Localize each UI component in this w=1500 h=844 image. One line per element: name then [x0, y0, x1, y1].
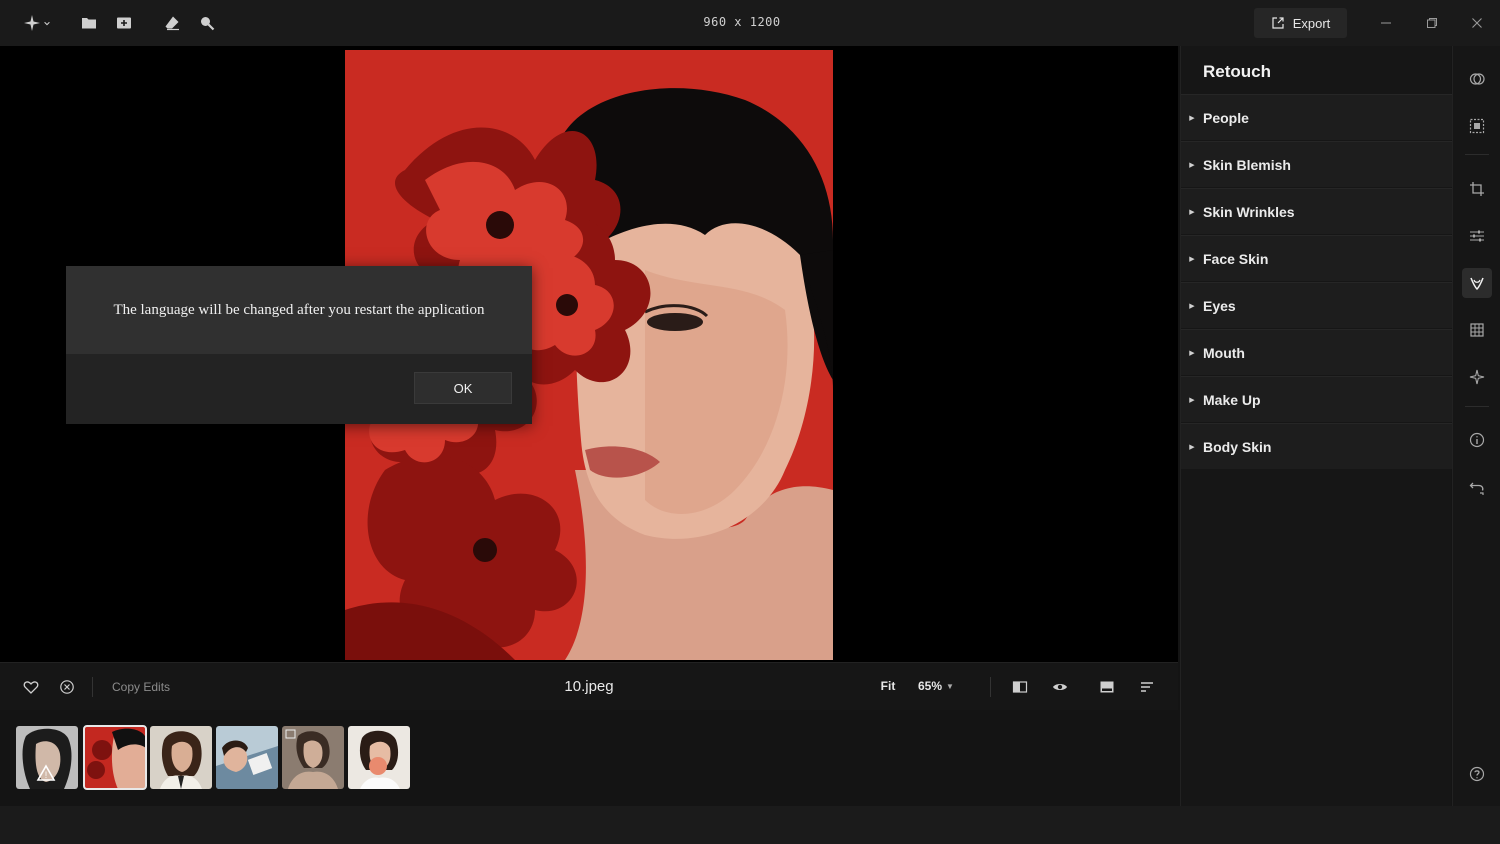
panel-item-people[interactable]: ▶ People — [1181, 94, 1452, 140]
top-toolbar: 960 x 1200 Export — [0, 0, 1500, 46]
app-window: 960 x 1200 Export The language will be c… — [0, 0, 1500, 844]
panel-title: Retouch — [1203, 62, 1271, 81]
compare-icon[interactable] — [1010, 677, 1030, 697]
panel-item-label: Mouth — [1203, 344, 1245, 361]
fit-button[interactable]: Fit — [872, 679, 904, 693]
panel-item-mouth[interactable]: ▶ Mouth — [1181, 329, 1452, 375]
caret-right-icon: ▶ — [1189, 114, 1195, 122]
eraser-icon[interactable] — [160, 11, 184, 35]
panel-item-body-skin[interactable]: ▶ Body Skin — [1181, 423, 1452, 469]
thumbnail[interactable] — [348, 726, 410, 789]
panel-item-label: Face Skin — [1203, 250, 1269, 267]
sort-icon[interactable] — [1137, 677, 1157, 697]
panel-item-make-up[interactable]: ▶ Make Up — [1181, 376, 1452, 422]
dialog-message: The language will be changed after you r… — [113, 301, 485, 318]
svg-text:!: ! — [45, 770, 48, 780]
info-icon[interactable] — [1465, 428, 1489, 452]
caret-right-icon: ▶ — [1189, 396, 1195, 404]
bottom-toolbar: Copy Edits 10.jpeg Fit 65% ▼ — [0, 662, 1178, 710]
reject-icon[interactable] — [57, 677, 77, 697]
zoom-value: 65% — [918, 679, 943, 693]
tool-rail — [1452, 46, 1500, 806]
panel-item-label: People — [1203, 109, 1249, 126]
panel-item-skin-wrinkles[interactable]: ▶ Skin Wrinkles — [1181, 188, 1452, 234]
export-icon — [1272, 17, 1284, 29]
caret-right-icon: ▶ — [1189, 302, 1195, 310]
retouch-icon[interactable] — [1462, 268, 1492, 298]
caret-right-icon: ▶ — [1189, 255, 1195, 263]
history-icon[interactable] — [1465, 476, 1489, 500]
panel-item-label: Body Skin — [1203, 438, 1272, 455]
filmstrip-toggle-icon[interactable] — [1097, 677, 1117, 697]
caret-right-icon: ▶ — [1189, 349, 1195, 357]
chevron-down-icon[interactable] — [40, 11, 54, 35]
status-strip — [0, 806, 1500, 844]
divider — [92, 677, 93, 697]
panel-item-label: Skin Blemish — [1203, 156, 1291, 173]
panel-item-label: Eyes — [1203, 297, 1236, 314]
panel-item-skin-blemish[interactable]: ▶ Skin Blemish — [1181, 141, 1452, 187]
crop-icon[interactable] — [1465, 177, 1489, 201]
restore-icon[interactable] — [1421, 12, 1443, 34]
folder-icon[interactable] — [77, 11, 101, 35]
divider — [1465, 406, 1489, 407]
minimize-icon[interactable] — [1375, 12, 1397, 34]
panel-item-label: Skin Wrinkles — [1203, 203, 1295, 220]
filmstrip: ! — [0, 710, 1178, 806]
help-icon[interactable] — [1465, 762, 1489, 786]
file-name: 10.jpeg — [564, 678, 614, 695]
dialog-body: The language will be changed after you r… — [66, 266, 532, 354]
import-icon[interactable] — [112, 11, 136, 35]
thumbnail-selected[interactable] — [83, 725, 147, 790]
export-button[interactable]: Export — [1254, 8, 1347, 38]
panel-item-label: Make Up — [1203, 391, 1261, 408]
select-icon[interactable] — [1465, 114, 1489, 138]
close-icon[interactable] — [1466, 12, 1488, 34]
image-dimensions: 960 x 1200 — [703, 15, 781, 29]
adjust-icon[interactable] — [1465, 224, 1489, 248]
export-label: Export — [1292, 15, 1331, 31]
caret-right-icon: ▶ — [1189, 443, 1195, 451]
copy-edits-button[interactable]: Copy Edits — [112, 680, 170, 694]
caret-right-icon: ▶ — [1189, 208, 1195, 216]
ok-button[interactable]: OK — [414, 372, 512, 404]
language-restart-dialog: The language will be changed after you r… — [66, 266, 532, 424]
chevron-down-icon: ▼ — [946, 681, 954, 691]
presets-icon[interactable] — [1465, 67, 1489, 91]
thumbnail[interactable] — [216, 726, 278, 789]
panel-item-face-skin[interactable]: ▶ Face Skin — [1181, 235, 1452, 281]
retouch-panel: Retouch ▶ People ▶ Skin Blemish ▶ Skin W… — [1180, 46, 1452, 806]
grid-icon[interactable] — [1465, 318, 1489, 342]
thumbnail[interactable] — [150, 726, 212, 789]
thumbnail[interactable]: ! — [16, 726, 78, 789]
panel-item-eyes[interactable]: ▶ Eyes — [1181, 282, 1452, 328]
thumbnail[interactable] — [282, 726, 344, 789]
magic-icon[interactable] — [1465, 365, 1489, 389]
divider — [990, 677, 991, 697]
eye-icon[interactable] — [1050, 677, 1070, 697]
search-icon[interactable] — [195, 11, 219, 35]
caret-right-icon: ▶ — [1189, 161, 1195, 169]
divider — [1465, 154, 1489, 155]
heart-icon[interactable] — [21, 677, 41, 697]
zoom-select[interactable]: 65% ▼ — [918, 679, 972, 693]
